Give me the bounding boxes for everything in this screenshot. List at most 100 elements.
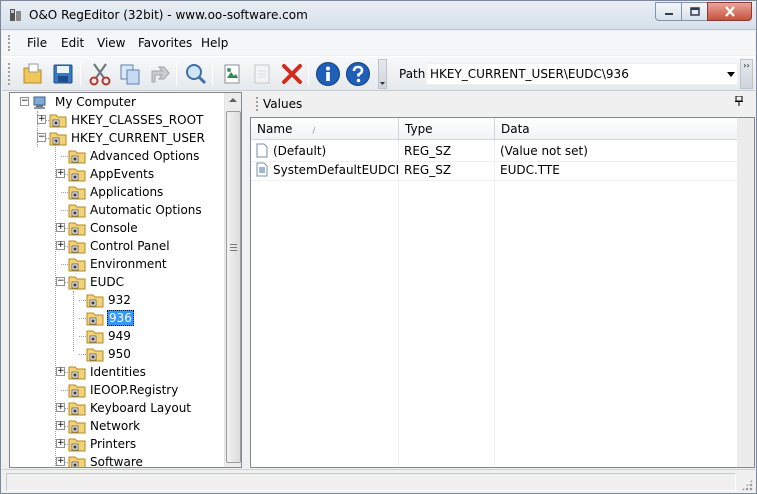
expand-icon[interactable]: + <box>56 223 65 232</box>
values-grip[interactable] <box>256 97 259 111</box>
tree-scroll-thumb[interactable] <box>226 111 241 463</box>
status-bar <box>2 469 755 493</box>
toolbar-separator <box>176 62 177 86</box>
value-type: REG_SZ <box>404 144 452 158</box>
toolbar-separator <box>212 62 213 86</box>
column-header-data[interactable]: Data <box>495 118 750 140</box>
close-button[interactable] <box>707 2 752 21</box>
paste-button[interactable] <box>146 60 174 88</box>
value-name: SystemDefaultEUDCF... <box>273 163 398 177</box>
folder-icon <box>68 222 86 236</box>
help-button[interactable] <box>344 60 372 88</box>
tree-item-label: AppEvents <box>90 167 155 181</box>
value-data: EUDC.TTE <box>500 163 560 177</box>
tree-item-label: EUDC <box>90 275 124 289</box>
folder-icon <box>68 186 86 200</box>
values-panel-title: Values <box>263 97 303 111</box>
values-scrollbar[interactable] <box>737 118 754 467</box>
toolbar-grip[interactable] <box>8 63 12 85</box>
delete-button[interactable] <box>278 60 306 88</box>
window-controls <box>655 2 752 21</box>
expand-icon[interactable]: + <box>37 115 46 124</box>
chevron-down-icon <box>380 82 385 85</box>
folder-open-icon <box>49 132 67 146</box>
tree-item-label: Printers <box>90 437 137 451</box>
blank-page-button[interactable] <box>248 60 276 88</box>
resize-grip-icon[interactable] <box>741 479 753 491</box>
menu-view[interactable]: View <box>97 36 125 50</box>
save-button[interactable] <box>49 60 77 88</box>
menu-favorites[interactable]: Favorites <box>138 36 192 50</box>
folder-icon <box>68 258 86 272</box>
pane-splitter[interactable] <box>243 92 249 468</box>
tree-item-label: Automatic Options <box>90 203 202 217</box>
folder-icon <box>68 150 86 164</box>
value-data: (Value not set) <box>500 144 588 158</box>
expand-icon[interactable]: + <box>56 439 65 448</box>
column-header-name[interactable]: Name / <box>251 118 399 140</box>
path-combobox[interactable]: HKEY_CURRENT_USER\EUDC\936 <box>426 63 738 85</box>
values-panel: Values Name / Type Data (Default) REG_SZ … <box>250 92 755 468</box>
title-bar[interactable]: O&O RegEditor (32bit) - www.oo-software.… <box>1 1 756 30</box>
collapse-icon[interactable]: − <box>56 277 65 286</box>
delete-icon <box>282 64 302 84</box>
expand-icon[interactable]: + <box>56 421 65 430</box>
tree-item-label: Console <box>90 221 138 235</box>
collapse-icon[interactable]: − <box>37 133 46 142</box>
menu-edit[interactable]: Edit <box>61 36 84 50</box>
folder-icon <box>86 312 104 326</box>
folder-icon <box>68 240 86 254</box>
tree-item-label: 936 <box>107 310 134 326</box>
export-button[interactable] <box>218 60 246 88</box>
folder-icon <box>68 438 86 452</box>
string-value-icon <box>256 162 268 177</box>
tree-scrollbar[interactable] <box>224 93 241 467</box>
toolbar-overflow[interactable] <box>378 59 387 89</box>
minimize-button[interactable] <box>655 2 682 21</box>
find-button[interactable] <box>182 60 210 88</box>
expand-icon[interactable]: + <box>56 367 65 376</box>
cut-button[interactable] <box>86 60 114 88</box>
menu-file[interactable]: File <box>27 36 47 50</box>
expand-icon[interactable]: + <box>56 169 65 178</box>
new-folder-icon <box>23 63 42 84</box>
find-icon <box>186 64 207 85</box>
tree-item-label: HKEY_CURRENT_USER <box>71 131 205 145</box>
folder-icon <box>68 402 86 416</box>
scroll-up-icon[interactable] <box>229 98 237 102</box>
sort-indicator-icon: / <box>312 126 316 136</box>
chevron-right-icon: ›› <box>743 61 750 70</box>
collapse-icon[interactable]: − <box>20 97 29 106</box>
folder-icon <box>49 114 67 128</box>
minimize-icon <box>664 12 673 15</box>
folder-icon <box>68 456 86 467</box>
folder-icon <box>68 168 86 182</box>
column-header-type[interactable]: Type <box>399 118 495 140</box>
new-folder-button[interactable] <box>19 60 47 88</box>
menu-bar: File Edit View Favorites Help <box>2 31 755 55</box>
pin-icon[interactable] <box>735 95 743 109</box>
tree-item-label: Software <box>90 455 143 468</box>
folder-icon <box>68 366 86 380</box>
save-icon <box>53 64 73 84</box>
help-icon <box>346 62 370 86</box>
tree-item-label: 949 <box>108 329 131 343</box>
copy-icon <box>120 64 140 85</box>
values-grid[interactable]: Name / Type Data (Default) REG_SZ (Value … <box>250 117 755 468</box>
folder-open-icon <box>68 276 86 290</box>
expand-icon[interactable]: + <box>56 403 65 412</box>
folder-icon <box>86 348 104 362</box>
maximize-button[interactable] <box>681 2 708 21</box>
expand-icon[interactable]: + <box>56 241 65 250</box>
info-button[interactable] <box>314 60 342 88</box>
path-toolbar-overflow[interactable]: ›› <box>740 59 753 89</box>
copy-button[interactable] <box>116 60 144 88</box>
cut-icon <box>89 63 111 86</box>
expand-icon[interactable]: + <box>56 457 65 466</box>
regeditor-app-icon <box>10 9 21 21</box>
menu-grip[interactable] <box>8 35 12 51</box>
tree-item-label: Advanced Options <box>90 149 200 163</box>
chevron-down-icon[interactable] <box>727 72 735 77</box>
registry-tree[interactable]: − My Computer + HKEY_CLASSES_ROOT − HKEY_CU… <box>9 92 242 468</box>
menu-help[interactable]: Help <box>201 36 228 50</box>
